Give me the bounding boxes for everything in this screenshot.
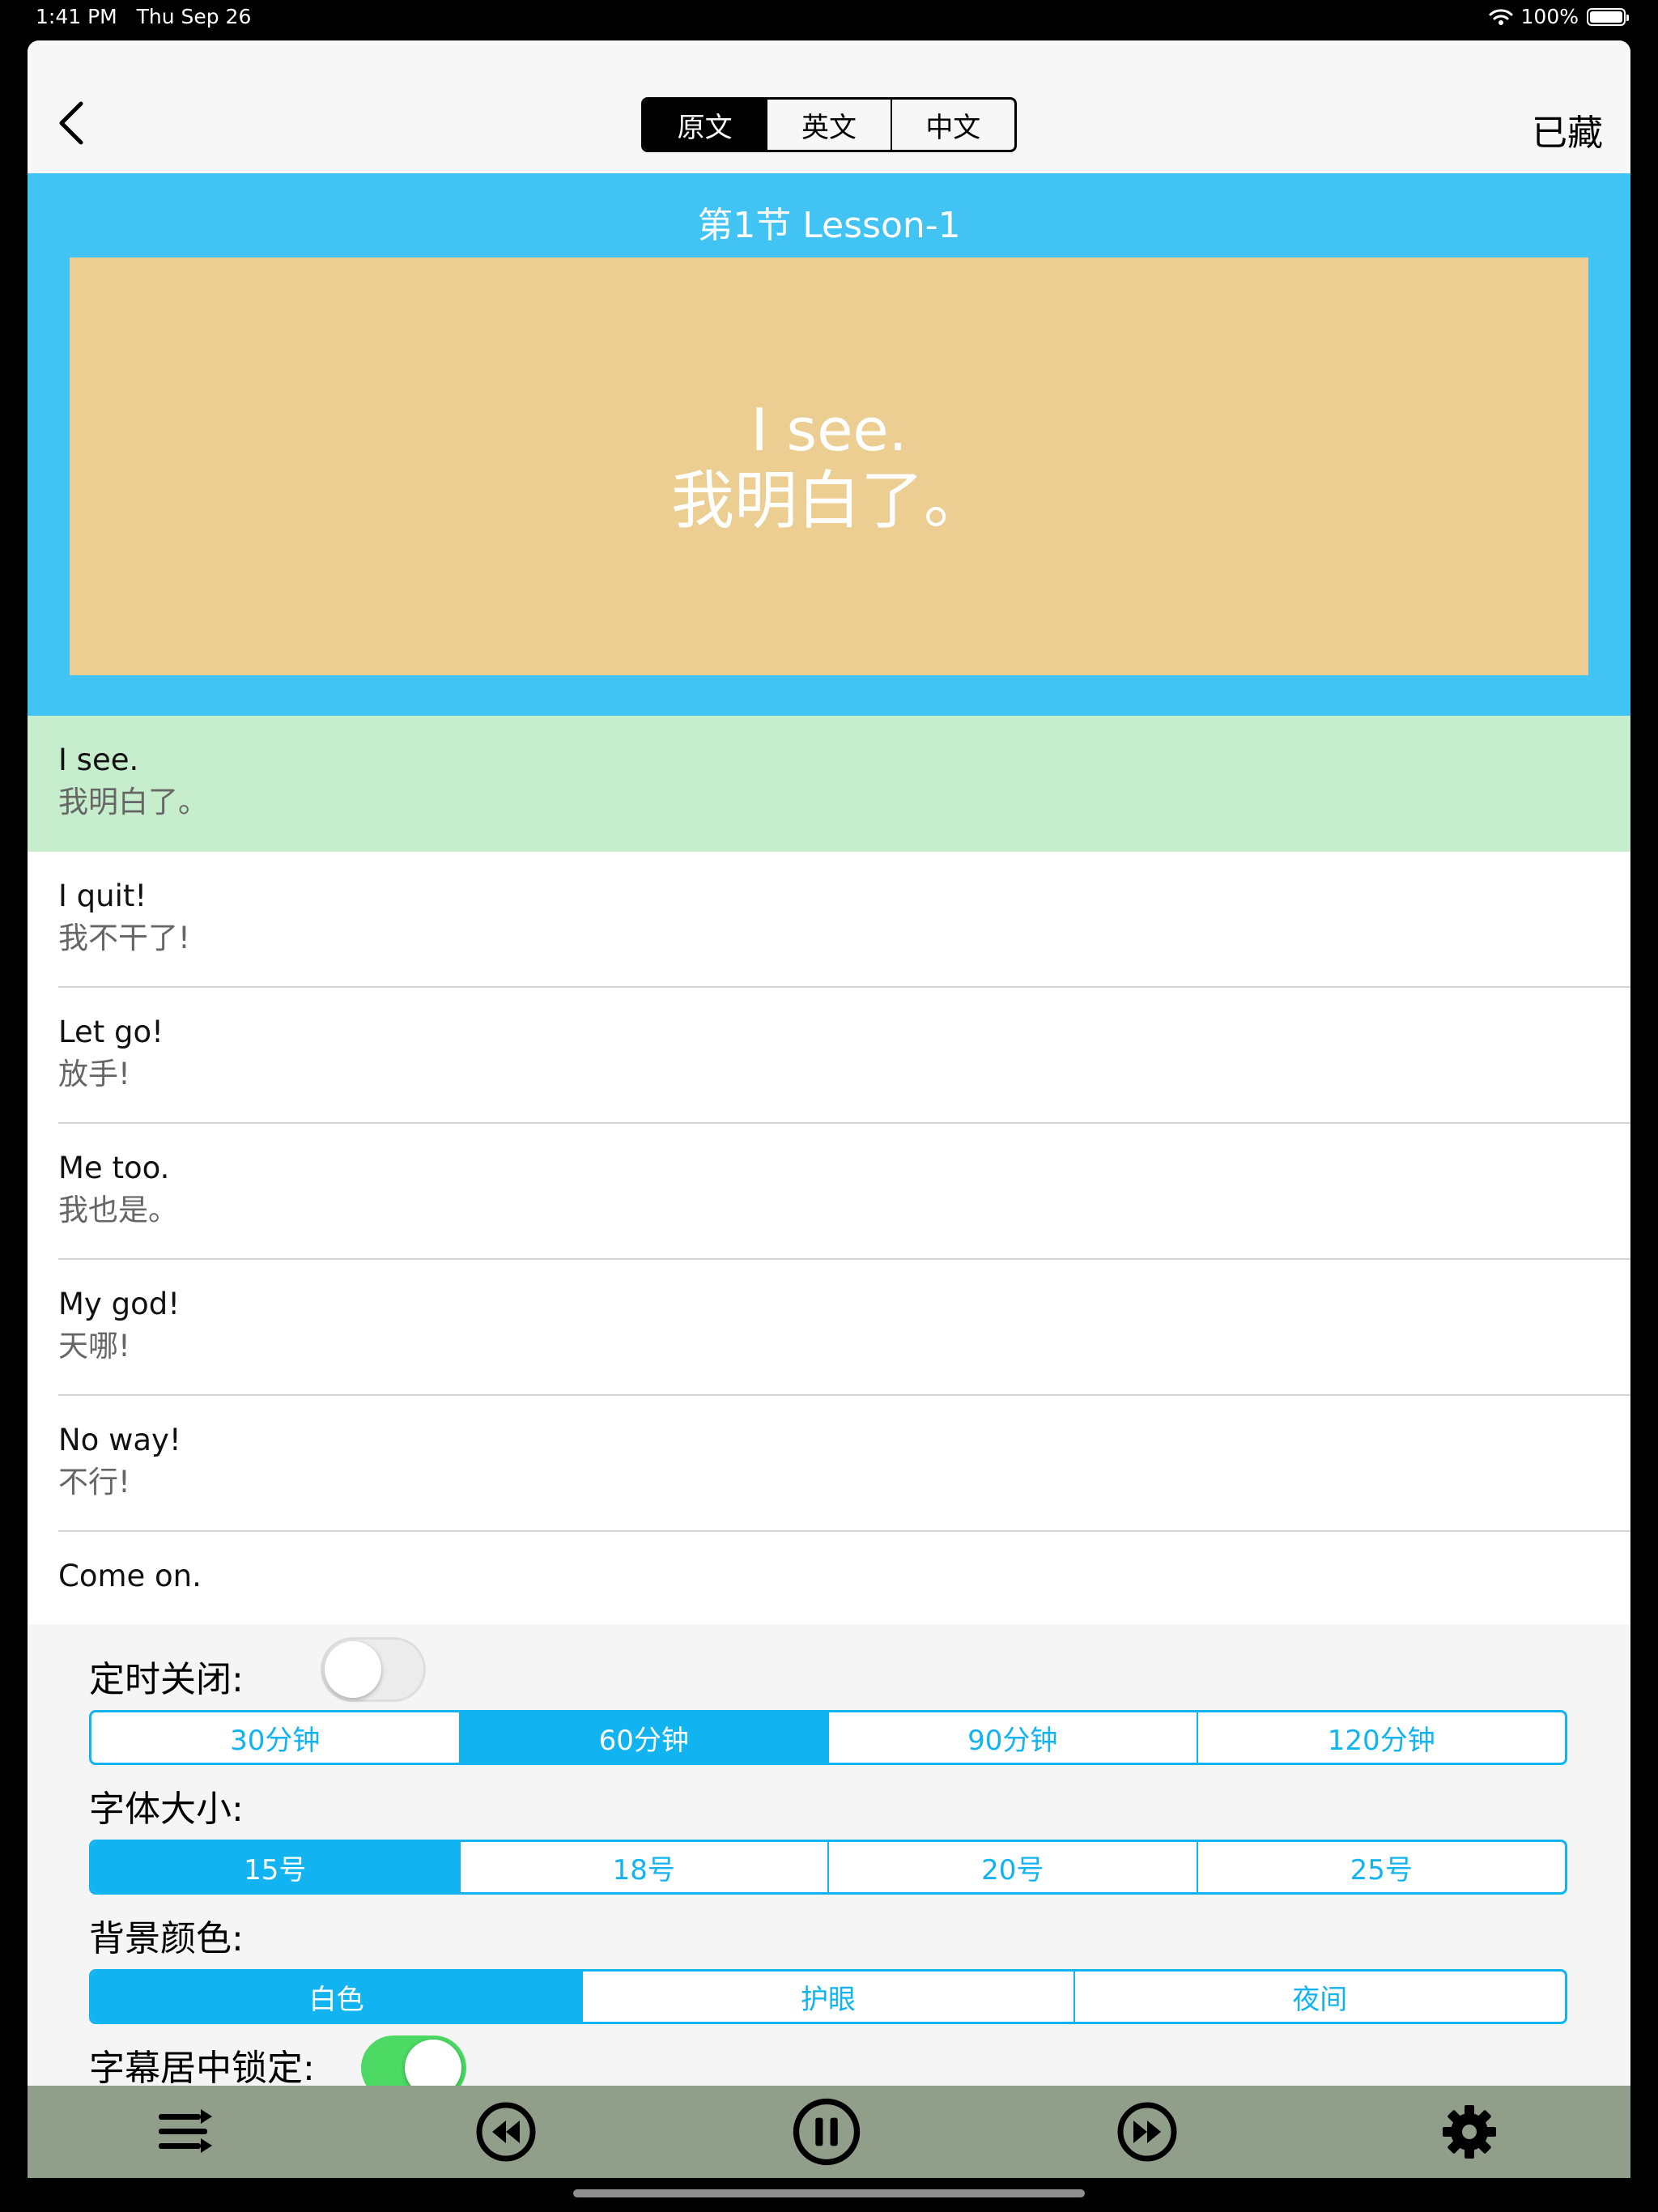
tab-english[interactable]: 英文 [767,100,892,150]
font-size-option-25[interactable]: 25号 [1198,1842,1566,1892]
timer-option-30[interactable]: 30分钟 [91,1712,461,1763]
font-size-label: 字体大小: [89,1789,244,1830]
list-item[interactable]: No way! 不行! [28,1396,1630,1532]
font-size-options: 15号 18号 20号 25号 [89,1840,1567,1895]
chevron-left-icon [59,101,83,145]
timer-options: 30分钟 60分钟 90分钟 120分钟 [89,1710,1567,1765]
lesson-title: 第1节 Lesson-1 [697,205,961,246]
sentence-list[interactable]: I see. 我明白了。 I quit! 我不干了! Let go! 放手! M… [28,716,1630,1624]
timer-toggle[interactable] [321,1637,426,1702]
sentence-chinese: 天哪! [58,1329,130,1363]
sentence-chinese: 我不干了! [58,921,190,955]
status-clock: 1:41 PM [36,5,117,28]
list-item[interactable]: I see. 我明白了。 [28,716,1630,852]
background-color-label: 背景颜色: [89,1918,244,1959]
status-bar: 1:41 PM Thu Sep 26 100% [0,0,1658,39]
list-item[interactable]: Let go! 放手! [28,988,1630,1124]
back-button[interactable] [52,99,94,147]
fast-forward-icon [1117,2102,1177,2162]
home-indicator[interactable] [573,2189,1085,2197]
status-time: 1:41 PM Thu Sep 26 [36,5,251,28]
timer-option-90[interactable]: 90分钟 [829,1712,1198,1763]
current-subtitle-chinese: 我明白了。 [670,465,987,538]
wifi-icon [1489,8,1513,25]
tab-original[interactable]: 原文 [644,100,768,150]
app-window: 原文 英文 中文 已藏 第1节 Lesson-1 I see. 我明白了。 I … [28,40,1630,2178]
font-size-option-15[interactable]: 15号 [91,1842,461,1892]
list-item[interactable]: Come on. [28,1532,1630,1624]
timer-label: 定时关闭: [89,1659,244,1700]
status-date: Thu Sep 26 [136,5,252,28]
font-size-option-20[interactable]: 20号 [829,1842,1198,1892]
lesson-header: 第1节 Lesson-1 I see. 我明白了。 [28,173,1630,716]
settings-button[interactable] [1435,2097,1504,2167]
current-subtitle-panel: I see. 我明白了。 [70,257,1588,675]
gear-icon [1443,2105,1496,2159]
toggle-knob [325,1641,381,1698]
list-item[interactable]: I quit! 我不干了! [28,852,1630,988]
sentence-english: Come on. [58,1559,202,1593]
nav-bar: 原文 英文 中文 已藏 [28,40,1630,173]
saved-button[interactable]: 已藏 [1532,104,1603,155]
sentence-english: No way! [58,1423,181,1457]
status-right: 100% [1489,5,1629,28]
sentence-english: I see. [58,742,139,777]
settings-panel: 定时关闭: 30分钟 60分钟 90分钟 120分钟 字体大小: 15号 18号… [28,1624,1630,2100]
playback-toolbar [28,2086,1630,2178]
battery-icon [1587,7,1629,26]
center-lock-label: 字幕居中锁定: [89,2048,315,2089]
bg-option-eye-care[interactable]: 护眼 [583,1972,1075,2022]
sentence-chinese: 不行! [58,1465,130,1499]
fast-forward-button[interactable] [1112,2097,1182,2167]
pause-icon [793,2098,861,2166]
sentence-chinese: 我明白了。 [58,785,208,819]
sentence-english: Me too. [58,1151,170,1185]
playlist-icon [159,2109,212,2153]
list-item[interactable]: Me too. 我也是。 [28,1124,1630,1260]
battery-percent: 100% [1520,5,1579,28]
tab-chinese[interactable]: 中文 [892,100,1014,150]
rewind-icon [476,2102,536,2162]
sentence-english: I quit! [58,878,147,913]
timer-option-120[interactable]: 120分钟 [1198,1712,1566,1763]
current-subtitle-english: I see. [750,396,908,464]
sentence-chinese: 放手! [58,1057,130,1091]
font-size-option-18[interactable]: 18号 [461,1842,829,1892]
rewind-button[interactable] [471,2097,541,2167]
sentence-english: Let go! [58,1015,164,1049]
sentence-chinese: 我也是。 [58,1193,178,1227]
sentence-english: My god! [58,1287,181,1321]
list-item[interactable]: My god! 天哪! [28,1260,1630,1396]
background-color-options: 白色 护眼 夜间 [89,1969,1567,2024]
language-segmented-control: 原文 英文 中文 [641,97,1017,152]
bg-option-night[interactable]: 夜间 [1075,1972,1565,2022]
timer-option-60[interactable]: 60分钟 [460,1712,829,1763]
bg-option-white[interactable]: 白色 [91,1972,584,2022]
pause-button[interactable] [792,2097,861,2167]
playlist-button[interactable] [151,2097,220,2167]
